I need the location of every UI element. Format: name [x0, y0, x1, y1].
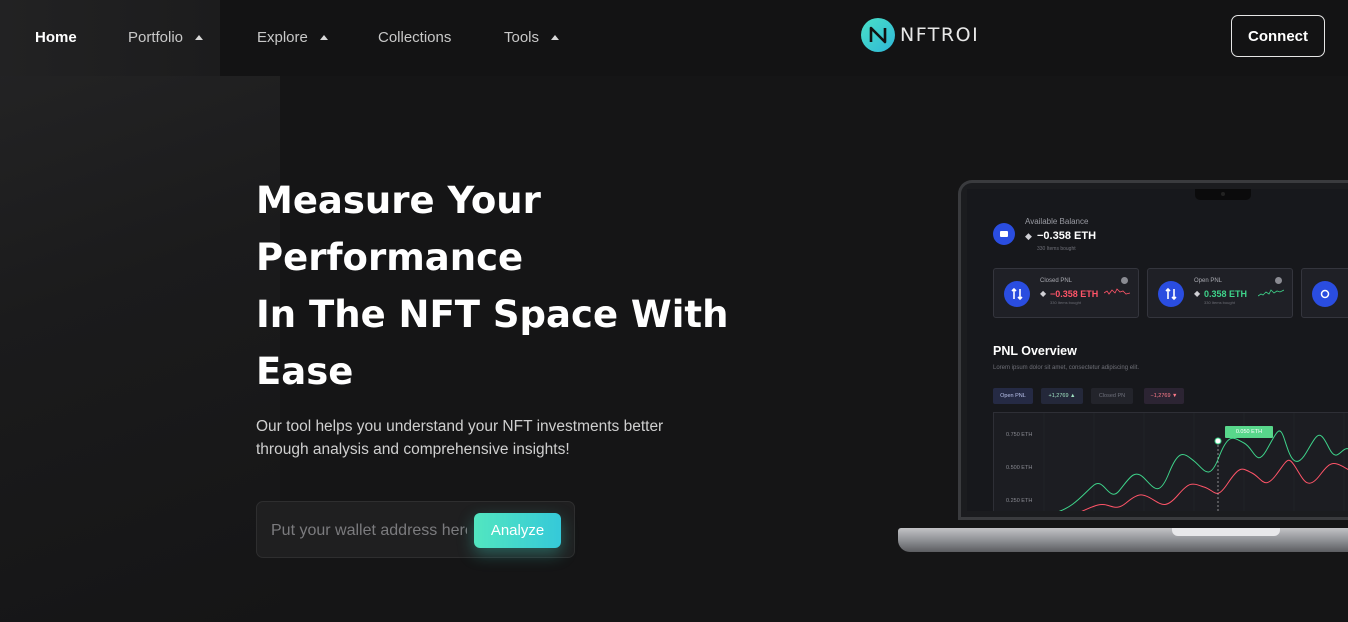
nav-collections-label: Collections [378, 28, 452, 46]
nav-tools-label: Tools [504, 28, 540, 46]
closed-pnl-card: Closed PNL ◆ −0.358 ETH 330 Items bought [993, 268, 1139, 318]
pnl-chart: 0.750 ETH 0.500 ETH 0.250 ETH [993, 412, 1348, 511]
eth-icon: ◆ [1025, 231, 1032, 241]
caret-up-icon [195, 34, 204, 40]
balance-value: −0.358 ETH [1037, 230, 1097, 242]
hero-title-line: Ease [256, 350, 354, 393]
laptop-base [898, 528, 1348, 552]
camera-notch [1195, 189, 1251, 200]
hero-subtitle: Our tool helps you understand your NFT i… [256, 415, 726, 461]
dashboard-screen: Available Balance ◆ −0.358 ETH 330 Items… [967, 189, 1348, 511]
eth-icon: ◆ [1194, 289, 1201, 298]
nav-explore-label: Explore [257, 28, 308, 46]
closed-pnl-pill[interactable]: Closed PN [1091, 388, 1133, 404]
pnl-overview-desc: Lorem ipsum dolor sit amet, consectetur … [993, 365, 1140, 371]
nav-tools[interactable]: Tools [504, 27, 560, 47]
nav-explore[interactable]: Explore [257, 27, 328, 47]
closed-pnl-change: −1,2769 ▼ [1144, 388, 1184, 404]
hero-title: Measure Your Performance In The NFT Spac… [256, 172, 736, 400]
balance-sub: 330 Items bought [1037, 246, 1076, 252]
card-sub: 330 Items bought [1204, 300, 1235, 305]
transfer-icon [1158, 281, 1184, 307]
laptop-base-notch [1172, 528, 1280, 536]
hero-subtitle-line: through analysis and comprehensive insig… [256, 441, 570, 458]
nav-portfolio-label: Portfolio [128, 28, 184, 46]
nav-collections[interactable]: Collections [378, 27, 451, 47]
card-label: Closed PNL [1040, 278, 1073, 284]
logo-mark-icon [861, 18, 895, 52]
stats-icon [1312, 281, 1338, 307]
nav-home[interactable]: Home [35, 27, 77, 47]
laptop-mockup: Available Balance ◆ −0.358 ETH 330 Items… [958, 180, 1348, 520]
stats-card [1301, 268, 1348, 318]
wallet-address-input[interactable] [271, 520, 467, 542]
analyze-button[interactable]: Analyze [474, 513, 561, 548]
sparkline-up-icon [1258, 289, 1284, 297]
open-pnl-card: Open PNL ◆ 0.358 ETH 330 Items bought [1147, 268, 1293, 318]
balance-label: Available Balance [1025, 217, 1089, 226]
card-sub: 330 Items bought [1050, 300, 1081, 305]
logo-text: NFTROI [900, 24, 980, 46]
open-pnl-change: +1,2769 ▲ [1041, 388, 1083, 404]
card-label: Open PNL [1194, 278, 1223, 284]
nav-portfolio[interactable]: Portfolio [128, 27, 204, 47]
hero-title-line: Measure Your [256, 179, 541, 222]
camera-dot [1221, 192, 1225, 196]
info-icon [1275, 277, 1282, 284]
transfer-icon [1004, 281, 1030, 307]
background-glow [0, 0, 280, 622]
nav-home-label: Home [35, 28, 77, 46]
connect-button[interactable]: Connect [1231, 15, 1325, 57]
brand-logo[interactable]: NFTROI [861, 18, 979, 52]
top-navbar: Home Portfolio Explore Collections Tools… [0, 0, 1348, 76]
hero-title-line: Performance [256, 236, 524, 279]
open-pnl-pill[interactable]: Open PNL [993, 388, 1033, 404]
chart-tooltip: 0.050 ETH [1225, 426, 1273, 438]
pnl-lines [1043, 413, 1348, 511]
pnl-overview-title: PNL Overview [993, 344, 1077, 358]
info-icon [1121, 277, 1128, 284]
hero-title-line: In The NFT Space With [256, 293, 729, 336]
sparkline-down-icon [1104, 288, 1130, 295]
hero-subtitle-line: Our tool helps you understand your NFT i… [256, 418, 664, 435]
wallet-icon [993, 223, 1015, 245]
wallet-search-box: Analyze [256, 501, 575, 558]
caret-up-icon [319, 34, 328, 40]
caret-up-icon [551, 34, 560, 40]
card-value: 0.358 ETH [1204, 289, 1248, 299]
eth-icon: ◆ [1040, 289, 1047, 298]
card-value: −0.358 ETH [1050, 289, 1099, 299]
